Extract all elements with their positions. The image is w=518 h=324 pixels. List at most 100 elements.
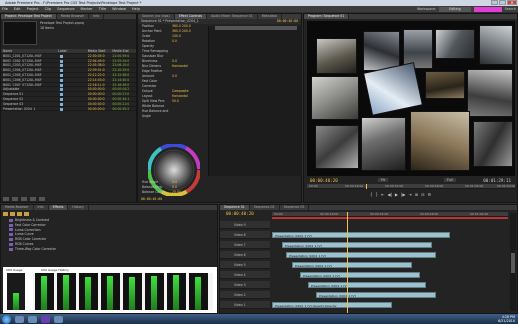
tab-program[interactable]: Program: Sequence 01 <box>304 14 350 19</box>
go-to-in-icon[interactable]: ⇤ <box>381 192 384 197</box>
track-header[interactable]: Video 3 <box>220 281 270 289</box>
menu-marker[interactable]: Marker <box>81 6 93 12</box>
step-back-icon[interactable]: ◀| <box>387 192 391 197</box>
trash-icon[interactable] <box>39 197 45 201</box>
app-icon[interactable] <box>54 315 63 323</box>
tab-sequence-02[interactable]: Sequence 02 <box>250 205 280 210</box>
header-media-start[interactable]: Media Start <box>88 49 113 53</box>
effect-item[interactable]: Three-Way Color Corrector <box>1 247 217 252</box>
track-header[interactable]: Video 7 <box>220 241 270 249</box>
track-header[interactable]: Video 9 <box>220 221 270 229</box>
tab-history[interactable]: History <box>68 205 89 210</box>
tab-info-2[interactable]: Info <box>34 205 49 210</box>
timeline-clip[interactable]: Presentation_0204_1 [V] <box>282 242 432 248</box>
step-forward-icon[interactable]: |▶ <box>401 192 405 197</box>
browser-icon[interactable] <box>28 315 37 323</box>
zoom-level-select[interactable]: Fit <box>378 178 388 182</box>
project-row[interactable]: Presentation_0204_1 00:00:00:0 00:00:45:… <box>1 107 136 112</box>
effect-property-value[interactable]: 0.0 <box>172 185 177 189</box>
effect-property-row[interactable]: Balance Gain 20.00 <box>138 190 208 195</box>
search-label[interactable]: Search <box>505 7 516 11</box>
timeline-playhead[interactable] <box>347 212 348 313</box>
menu-sequence[interactable]: Sequence <box>57 6 74 12</box>
tab-media-browser[interactable]: Media Browser <box>57 14 90 19</box>
header-label[interactable]: Label <box>58 49 88 53</box>
timeline-timecode[interactable]: 00:00:40:20 <box>226 211 254 216</box>
resolution-select[interactable]: Full <box>444 178 456 182</box>
program-time-ruler[interactable]: 00:00 00:00:16:00 00:00:32:00 00:00:48:0… <box>307 184 515 189</box>
menu-window[interactable]: Window <box>112 6 126 12</box>
go-to-out-icon[interactable]: ⇥ <box>408 192 411 197</box>
timeline-clip[interactable]: Presentation_0204_1 [V] <box>316 292 436 298</box>
folder-icon[interactable] <box>10 212 15 216</box>
program-current-timecode[interactable]: 00:00:40:20 <box>310 178 338 183</box>
extract-icon[interactable]: ⊟ <box>421 192 424 197</box>
tab-effects[interactable]: Effects <box>48 205 69 210</box>
menu-help[interactable]: Help <box>132 6 140 12</box>
timeline-clip[interactable]: Presentation_0204_1 [V] <box>286 252 436 258</box>
minimize-button[interactable]: – <box>491 0 498 5</box>
track-header[interactable]: Video 4 <box>220 271 270 279</box>
effect-property-value[interactable]: Composite <box>172 89 189 93</box>
effect-property-value[interactable]: 100.0 <box>172 34 181 38</box>
start-button-icon[interactable] <box>2 314 11 324</box>
effect-property-value[interactable]: 0.0 <box>172 180 177 184</box>
scrollbar-thumb[interactable] <box>511 253 515 273</box>
menu-project[interactable]: Project <box>27 6 39 12</box>
new-item-icon[interactable] <box>30 197 36 201</box>
timeline-clip[interactable]: Presentation_0204_1 [V] <box>300 272 420 278</box>
folder-icon[interactable] <box>3 212 8 216</box>
explorer-icon[interactable] <box>15 315 24 323</box>
maximize-button[interactable]: □ <box>499 0 506 5</box>
effect-property-value[interactable]: 0.0 <box>172 59 177 63</box>
effect-property-value[interactable]: 360.0 240.0 <box>172 29 191 33</box>
timeline-scrollbar[interactable] <box>510 213 516 311</box>
playhead-marker[interactable] <box>366 184 367 189</box>
effect-property-value[interactable]: Horizontal <box>172 64 188 68</box>
workspace-select[interactable]: Editing <box>439 6 471 12</box>
monitor-viewer[interactable] <box>307 21 515 176</box>
track-header[interactable]: Video 6 <box>220 251 270 259</box>
menu-title[interactable]: Title <box>99 6 107 12</box>
timeline-clip[interactable]: Presentation_0204_1 [V] <box>308 282 426 288</box>
timeline-clip[interactable]: Presentation_0204_1 [V] Opacity:Opacity <box>272 302 392 308</box>
menu-file[interactable]: File <box>2 6 8 12</box>
effect-property-value[interactable]: Horizontal <box>172 94 188 98</box>
settings-icon[interactable]: ⚙ <box>427 192 431 197</box>
tab-info[interactable]: Info <box>89 14 105 19</box>
header-media-end[interactable]: Media End <box>112 49 136 53</box>
tab-audio-mixer[interactable]: Audio Mixer: Sequence 01 <box>207 14 258 19</box>
effect-property-value[interactable]: 0.0 <box>172 39 177 43</box>
header-name[interactable]: Name <box>3 49 58 53</box>
effect-property-value[interactable]: 360.0 240.0 <box>172 24 191 28</box>
tab-sequence-01[interactable]: Sequence 01 <box>220 205 250 210</box>
effect-property-value[interactable]: 50.0 <box>172 99 179 103</box>
folder-icon[interactable] <box>17 212 22 216</box>
folder-icon[interactable] <box>24 212 29 216</box>
track-header[interactable]: Video 2 <box>220 291 270 299</box>
premiere-icon[interactable] <box>41 315 50 323</box>
close-button[interactable]: ✕ <box>507 0 517 5</box>
tab-project[interactable]: Project: Penelope Test Project <box>1 14 57 19</box>
mark-in-icon[interactable]: { <box>370 192 373 197</box>
list-view-icon[interactable] <box>3 197 9 201</box>
effect-keyframe-area[interactable] <box>208 26 302 176</box>
track-header[interactable]: Video 5 <box>220 261 270 269</box>
menu-clip[interactable]: Clip <box>45 6 52 12</box>
new-bin-icon[interactable] <box>21 197 27 201</box>
menu-edit[interactable]: Edit <box>14 6 21 12</box>
timeline-clip[interactable]: Presentation_0204_1 [V] <box>292 262 412 268</box>
track-header[interactable]: Video 1 <box>220 301 270 309</box>
tab-media-browser-2[interactable]: Media Browser <box>1 205 34 210</box>
icon-view-icon[interactable] <box>12 197 18 201</box>
effect-property-row[interactable]: Hue Balance and Angle <box>138 109 208 119</box>
timeline-clip[interactable]: Presentation_0204_1 [V] <box>272 232 450 238</box>
play-icon[interactable]: ▶ <box>395 192 398 197</box>
effect-property-value[interactable]: 20.00 <box>172 190 181 194</box>
work-area-bar[interactable] <box>272 217 508 219</box>
lift-icon[interactable]: ⊞ <box>415 192 418 197</box>
mark-out-icon[interactable]: } <box>376 192 379 197</box>
track-header[interactable]: Video 8 <box>220 231 270 239</box>
tab-sequence-03[interactable]: Sequence 03 <box>280 205 310 210</box>
effect-property-row[interactable]: Fast Color Corrector <box>138 79 208 89</box>
